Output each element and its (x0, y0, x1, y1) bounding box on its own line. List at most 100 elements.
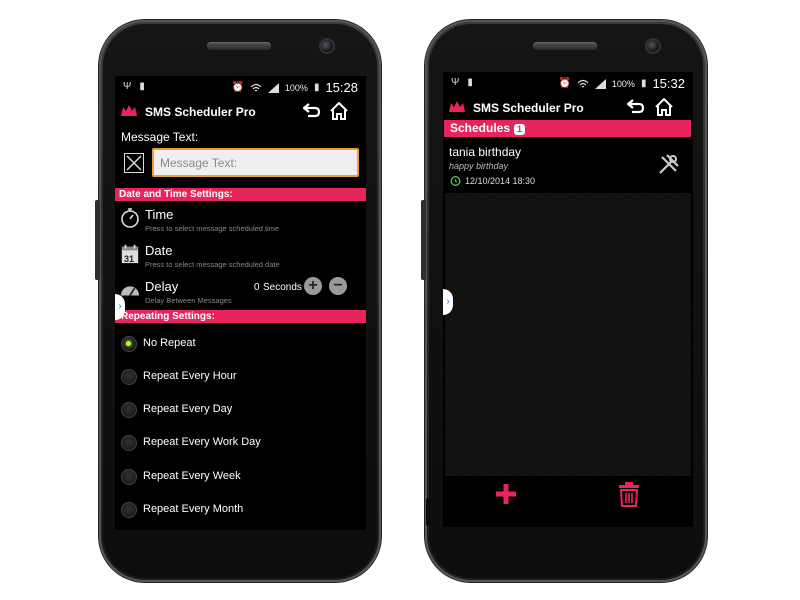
datetime-section-header: Date and Time Settings: (115, 188, 366, 201)
battery-percent: 100% (284, 82, 308, 93)
delay-increase-button[interactable]: + (304, 277, 322, 295)
home-button[interactable] (654, 97, 674, 118)
repeat-option-label: Repeat Every Hour (143, 370, 237, 382)
right-screen: Ψ ▮ ⏰ 100% ▮ 15:32 SMS Scheduler Pro Sch… (443, 72, 693, 527)
usb-icon: Ψ (123, 81, 132, 92)
time-title: Time (145, 207, 174, 222)
edit-schedule-button[interactable] (657, 152, 681, 176)
volume-button (95, 200, 100, 280)
radio-repeat-work-day[interactable] (121, 435, 137, 451)
delay-decrease-button[interactable]: − (329, 277, 347, 295)
add-icon (496, 484, 516, 504)
schedule-item-title: tania birthday (449, 145, 522, 159)
repeat-option[interactable]: No Repeat (121, 334, 321, 356)
app-title: SMS Scheduler Pro (145, 105, 256, 119)
wifi-icon (250, 83, 262, 91)
home-button[interactable] (329, 101, 349, 122)
delay-unit: Seconds (263, 282, 302, 293)
power-button (426, 498, 431, 526)
close-icon (126, 155, 142, 171)
radio-repeat-day[interactable] (121, 402, 137, 418)
sd-icon: ▮ (467, 77, 473, 88)
schedules-count-badge: 1 (514, 124, 526, 135)
message-label: Message Text: (121, 130, 199, 144)
chevron-right-icon: › (118, 301, 122, 312)
front-camera (321, 40, 333, 52)
status-bar: Ψ ▮ ⏰ 100% ▮ 15:32 (443, 72, 693, 94)
schedules-label: Schedules (450, 121, 511, 135)
status-time: 15:28 (325, 80, 358, 95)
battery-icon: ▮ (640, 78, 647, 89)
repeat-option[interactable]: Repeat Every Hour (121, 367, 321, 389)
back-button[interactable] (302, 102, 322, 122)
front-camera (647, 40, 659, 52)
chevron-right-icon: › (446, 296, 450, 307)
status-time: 15:32 (652, 76, 685, 91)
wrench-icon (659, 154, 679, 174)
action-bar: SMS Scheduler Pro (443, 94, 693, 122)
left-screen: Ψ ▮ ⏰ 100% ▮ 15:28 SMS Scheduler Pro Mes… (115, 76, 366, 530)
date-subtitle: Press to select message scheduled date (145, 260, 280, 269)
plus-icon: + (308, 277, 318, 294)
schedule-item[interactable]: tania birthday happy birthday 12/10/2014… (443, 140, 693, 192)
battery-percent: 100% (611, 78, 635, 89)
delay-setting: Delay Delay Between Messages 0 Seconds +… (115, 276, 366, 310)
alarm-icon: ⏰ (558, 78, 571, 89)
repeat-option-label: Repeat Every Month (143, 503, 244, 515)
schedules-header: Schedules 1 (444, 120, 691, 137)
schedule-list-background (445, 193, 691, 476)
signal-icon (594, 78, 606, 89)
app-logo-icon (449, 101, 465, 112)
home-icon (330, 101, 348, 120)
usb-icon: Ψ (451, 77, 460, 88)
message-field[interactable] (152, 148, 359, 177)
volume-button (421, 200, 426, 280)
repeat-option-label: No Repeat (143, 337, 196, 349)
calendar-day-number: 31 (124, 254, 135, 264)
radio-repeat-hour[interactable] (121, 369, 137, 385)
alarm-clock-icon (450, 176, 461, 186)
repeat-option-label: Repeat Every Week (143, 470, 241, 482)
repeat-option[interactable]: Repeat Every Work Day (121, 433, 321, 455)
date-setting[interactable]: 31 Date Press to select message schedule… (115, 240, 366, 274)
repeat-option[interactable]: Repeat Every Day (121, 400, 321, 422)
add-schedule-button[interactable] (493, 481, 519, 507)
earpiece (533, 42, 597, 50)
repeat-option-label: Repeat Every Work Day (143, 436, 261, 448)
back-icon (302, 103, 321, 118)
radio-repeat-week[interactable] (121, 469, 137, 485)
delay-subtitle: Delay Between Messages (145, 296, 232, 305)
repeating-section-header: Repeating Settings: (115, 310, 366, 323)
app-title: SMS Scheduler Pro (473, 101, 584, 115)
repeat-option[interactable]: Repeat Every Month (121, 500, 321, 522)
time-setting[interactable]: Time Press to select message scheduled t… (115, 204, 366, 238)
signal-icon (267, 82, 279, 93)
alarm-icon: ⏰ (231, 82, 244, 93)
clear-message-button[interactable] (124, 153, 144, 173)
radio-no-repeat[interactable] (121, 336, 137, 352)
home-icon (655, 97, 673, 116)
app-logo-icon (121, 105, 137, 116)
back-button[interactable] (626, 98, 646, 118)
message-input[interactable] (154, 150, 357, 175)
schedule-item-datetime: 12/10/2014 18:30 (465, 176, 536, 186)
delay-value: 0 (254, 282, 260, 293)
delay-title: Delay (145, 279, 179, 294)
time-subtitle: Press to select message scheduled time (145, 224, 280, 233)
repeat-option-label: Repeat Every Day (143, 403, 233, 415)
sd-icon: ▮ (139, 81, 145, 92)
trash-icon (619, 482, 639, 507)
date-title: Date (145, 243, 173, 258)
delete-schedules-button[interactable] (617, 481, 641, 507)
status-bar: Ψ ▮ ⏰ 100% ▮ 15:28 (115, 76, 366, 98)
battery-icon: ▮ (313, 82, 320, 93)
earpiece (207, 42, 271, 50)
back-icon (626, 99, 645, 114)
repeat-option[interactable]: Repeat Every Week (121, 467, 321, 489)
schedule-item-message: happy birthday (449, 161, 509, 171)
wifi-icon (577, 79, 589, 87)
stopwatch-icon (121, 208, 139, 228)
radio-repeat-month[interactable] (121, 502, 137, 518)
minus-icon: − (333, 277, 343, 294)
action-bar: SMS Scheduler Pro (115, 98, 366, 126)
